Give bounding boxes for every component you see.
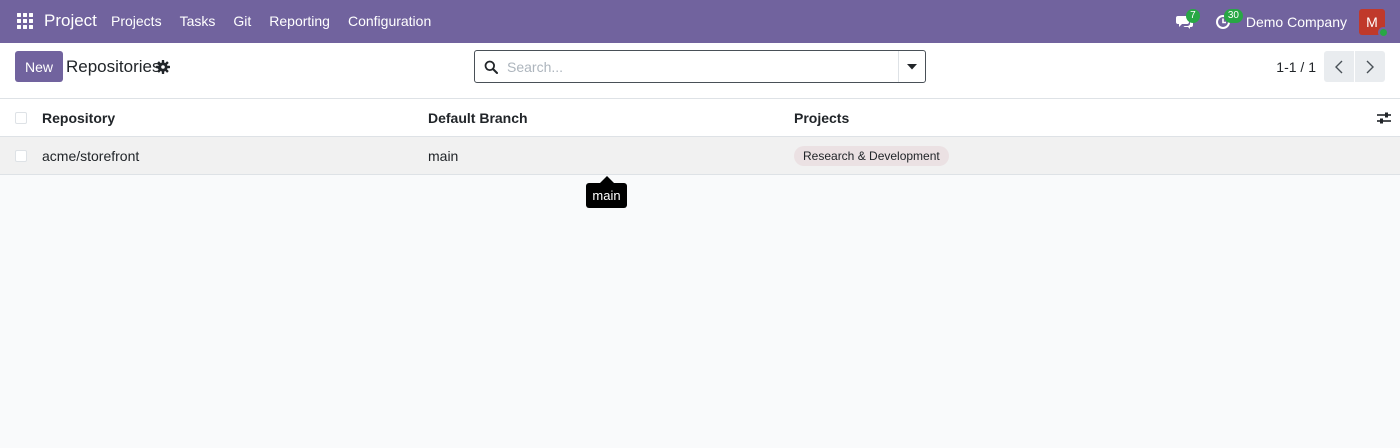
top-navbar: Project Projects Tasks Git Reporting Con… bbox=[0, 0, 1400, 43]
activities-button[interactable]: 30 bbox=[1204, 0, 1243, 43]
row-checkbox[interactable] bbox=[15, 150, 27, 162]
search-icon bbox=[475, 51, 507, 82]
systray: 7 30 Demo Company M bbox=[1166, 0, 1400, 43]
menu-item-git[interactable]: Git bbox=[224, 0, 260, 43]
control-panel: New Repositories 1-1 / 1 bbox=[0, 43, 1400, 99]
user-avatar[interactable]: M bbox=[1359, 8, 1389, 38]
cell-repository[interactable]: acme/storefront bbox=[42, 148, 139, 164]
menu-item-projects[interactable]: Projects bbox=[102, 0, 171, 43]
chevron-left-icon bbox=[1335, 60, 1343, 73]
caret-down-icon bbox=[907, 63, 917, 69]
search-input[interactable] bbox=[507, 51, 898, 82]
cell-default-branch[interactable]: main bbox=[428, 148, 458, 164]
select-all-checkbox[interactable] bbox=[15, 112, 27, 124]
optional-columns-icon[interactable] bbox=[1377, 111, 1391, 125]
search-options-toggle[interactable] bbox=[898, 51, 925, 82]
activities-count-badge: 30 bbox=[1223, 9, 1243, 23]
column-header-default-branch[interactable]: Default Branch bbox=[428, 110, 528, 126]
menu-item-reporting[interactable]: Reporting bbox=[260, 0, 339, 43]
pager-previous-button[interactable] bbox=[1324, 51, 1354, 82]
main-menu: Projects Tasks Git Reporting Configurati… bbox=[102, 0, 440, 43]
pager-next-button[interactable] bbox=[1355, 51, 1385, 82]
repositories-list: Repository Default Branch Projects acme/… bbox=[0, 99, 1400, 175]
project-tag[interactable]: Research & Development bbox=[794, 146, 949, 166]
pager-value[interactable]: 1-1 / 1 bbox=[1276, 59, 1316, 75]
messages-button[interactable]: 7 bbox=[1166, 0, 1204, 43]
table-row[interactable]: acme/storefront main Research & Developm… bbox=[0, 137, 1400, 175]
gear-icon[interactable] bbox=[155, 59, 171, 75]
search-bar bbox=[474, 50, 926, 83]
tooltip: main bbox=[586, 183, 627, 208]
online-status-icon bbox=[1378, 26, 1389, 38]
table-header: Repository Default Branch Projects bbox=[0, 99, 1400, 137]
tooltip-arrow bbox=[600, 176, 614, 183]
messages-count-badge: 7 bbox=[1185, 9, 1200, 23]
company-switcher[interactable]: Demo Company bbox=[1242, 14, 1359, 30]
menu-item-tasks[interactable]: Tasks bbox=[171, 0, 225, 43]
column-header-repository[interactable]: Repository bbox=[42, 110, 115, 126]
menu-item-configuration[interactable]: Configuration bbox=[339, 0, 440, 43]
chevron-right-icon bbox=[1366, 60, 1374, 73]
app-menu-icon[interactable] bbox=[17, 13, 33, 29]
column-header-projects[interactable]: Projects bbox=[794, 110, 849, 126]
avatar-initial: M bbox=[1366, 13, 1378, 30]
new-button[interactable]: New bbox=[15, 51, 63, 82]
app-brand[interactable]: Project bbox=[44, 11, 97, 31]
page-title: Repositories bbox=[66, 57, 161, 76]
